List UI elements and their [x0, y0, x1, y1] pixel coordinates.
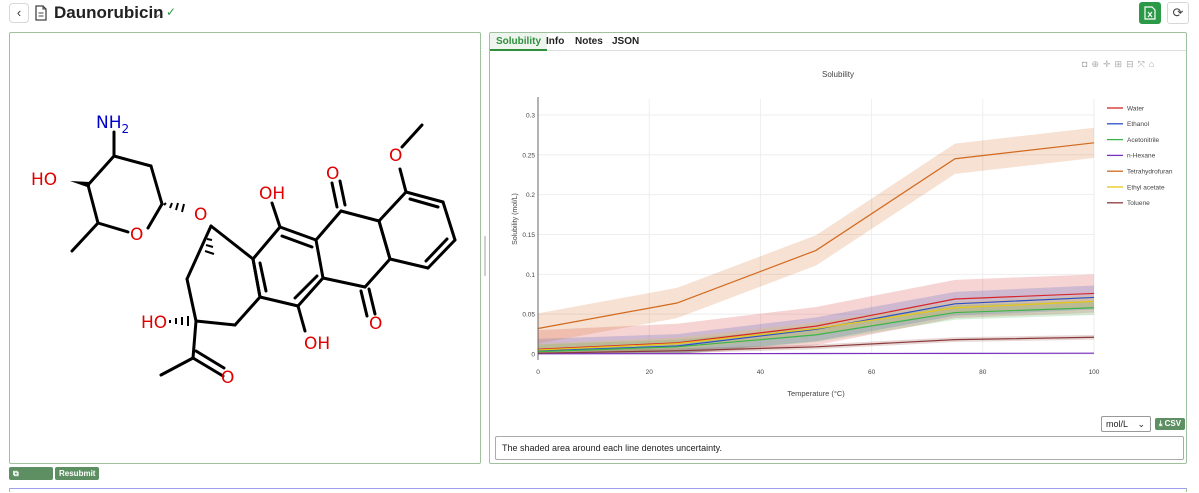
ho-sugar-label: HO [31, 170, 57, 190]
y-tick-label: 0.05 [522, 312, 535, 319]
resubmit-button[interactable]: Resubmit [55, 467, 100, 480]
y-axis-label: Solubility (mol/L) [512, 193, 519, 245]
x-tick-label: 0 [536, 369, 540, 376]
tab-info[interactable]: Info [540, 33, 570, 51]
legend-label: Tetrahydrofuran [1127, 169, 1173, 176]
nh2-label: NH2 [96, 113, 129, 136]
copy-icon: ⧉ [13, 469, 19, 478]
ho-ring-label: HO [141, 313, 167, 333]
y-tick-label: 0.25 [522, 152, 535, 159]
bottom-panel-edge [9, 488, 1187, 492]
oh-bottom-label: OH [304, 334, 330, 354]
legend-label: Acetonitrile [1127, 137, 1160, 144]
solubility-chart[interactable]: Solubility 0 0.05 0.1 0.15 0.2 0.25 0.3 0 20 40 60… [490, 53, 1186, 413]
quinone-oxygen-bottom-label: O [369, 314, 382, 334]
oh-top-label: OH [259, 184, 285, 204]
x-tick-label: 100 [1089, 369, 1100, 376]
uncertainty-note: The shaded area around each line denotes… [495, 436, 1184, 460]
y-tick-label: 0.3 [526, 112, 535, 119]
x-axis-label: Temperature (°C) [787, 389, 845, 398]
results-panel: Solubility Info Notes JSON ◘⊕✛⊞⊟⤧⌂ Solub… [489, 32, 1187, 464]
chart-legend: Water Ethanol Acetonitrile n-Hexane Tetrahyd… [1107, 105, 1173, 207]
glycoside-oxygen-label: O [194, 205, 207, 225]
x-tick-label: 20 [646, 369, 654, 376]
methoxy-oxygen-label: O [389, 146, 402, 166]
unit-select-value: mol/L [1106, 419, 1129, 429]
acetyl-oxygen-label: O [221, 368, 234, 388]
unit-select[interactable]: mol/L ⌄ [1101, 416, 1151, 432]
spreadsheet-icon [1144, 6, 1156, 20]
chevron-left-icon: ‹ [16, 5, 22, 20]
back-button[interactable]: ‹ [9, 3, 29, 23]
legend-label: n-Hexane [1127, 153, 1156, 160]
download-csv-button[interactable]: ⤓ CSV [1155, 418, 1185, 430]
legend-label: Toluene [1127, 200, 1150, 207]
document-icon [35, 5, 47, 21]
smiles-button[interactable]: ⧉ SMILES [9, 467, 53, 491]
x-tick-label: 60 [868, 369, 876, 376]
export-excel-button[interactable] [1139, 2, 1161, 24]
y-tick-label: 0.1 [526, 272, 535, 279]
molecule-structure: NH2 HO O O OH O O HO OH O O [31, 113, 457, 388]
x-tick-label: 80 [979, 369, 987, 376]
tab-bar: Solubility Info Notes JSON [490, 33, 1186, 51]
page-title: Daunorubicin [54, 3, 164, 22]
check-icon: ✓ [166, 5, 177, 19]
tab-notes[interactable]: Notes [569, 33, 609, 51]
y-tick-label: 0.2 [526, 192, 535, 199]
x-tick-label: 40 [757, 369, 765, 376]
uncertainty-bands [538, 127, 1094, 354]
refresh-button[interactable]: ⟳ [1167, 2, 1189, 24]
tab-solubility[interactable]: Solubility [490, 33, 547, 51]
y-tick-label: 0 [531, 352, 535, 359]
legend-label: Ethyl acetate [1127, 184, 1165, 191]
ring-oxygen-label: O [130, 225, 143, 245]
chevron-down-icon: ⌄ [1137, 419, 1145, 429]
panel-splitter[interactable] [484, 236, 486, 276]
y-tick-label: 0.15 [522, 232, 535, 239]
header-bar: ‹ Daunorubicin ⌄ ✓ ⟳ [0, 0, 1199, 28]
quinone-oxygen-top-label: O [326, 164, 339, 184]
tab-json[interactable]: JSON [606, 33, 645, 51]
molecule-viewer[interactable]: NH2 HO O O OH O O HO OH O O [9, 32, 481, 464]
chart-title: Solubility [822, 70, 854, 79]
csv-label: CSV [1164, 419, 1182, 428]
series-line [537, 352, 1095, 355]
legend-label: Ethanol [1127, 121, 1150, 128]
chevron-down-icon[interactable]: ⌄ [153, 7, 162, 20]
legend-label: Water [1127, 105, 1145, 112]
refresh-icon: ⟳ [1172, 5, 1184, 20]
